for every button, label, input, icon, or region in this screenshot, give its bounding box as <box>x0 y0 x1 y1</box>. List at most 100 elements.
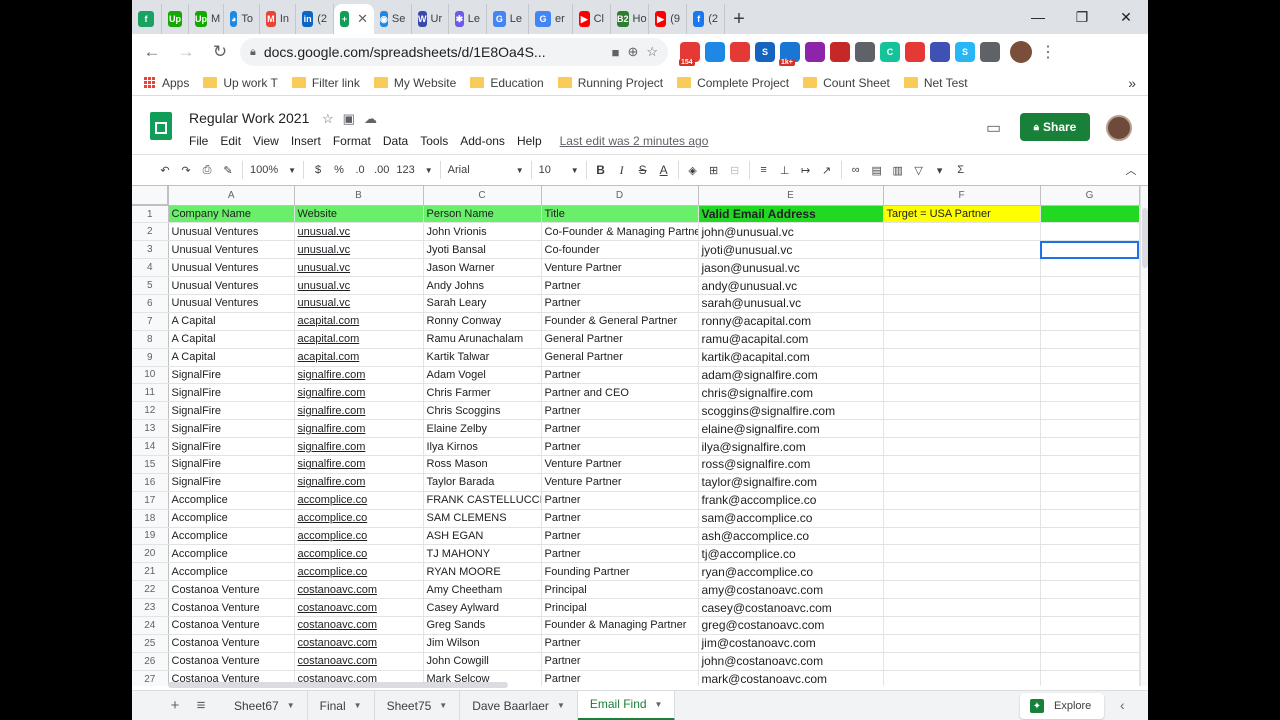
cell-company[interactable]: SignalFire <box>168 419 295 439</box>
column-header-g[interactable]: G <box>1040 186 1140 206</box>
text-wrap-icon[interactable]: ↦ <box>799 164 813 177</box>
cell-f[interactable] <box>883 312 1041 331</box>
column-header-e[interactable]: E <box>698 186 884 206</box>
cell-email[interactable]: adam@signalfire.com <box>698 366 884 385</box>
cell-website[interactable]: acapital.com <box>294 312 424 331</box>
reload-button[interactable]: ↻ <box>206 38 234 66</box>
menu-tools[interactable]: Tools <box>420 134 448 148</box>
cell-person[interactable]: Casey Aylward <box>423 598 542 617</box>
row-number[interactable]: 20 <box>132 544 169 564</box>
chevron-down-icon[interactable]: ▼ <box>354 701 362 710</box>
cell-title[interactable]: General Partner <box>541 330 699 349</box>
camera-icon[interactable]: ■ <box>612 45 620 60</box>
sheet-tab[interactable]: Sheet67 ▼ <box>222 690 308 720</box>
cell-company[interactable]: SignalFire <box>168 383 295 403</box>
row-number[interactable]: 19 <box>132 527 169 546</box>
comment-history-icon[interactable]: ▭ <box>986 118 1001 138</box>
row-number[interactable]: 10 <box>132 366 169 385</box>
cell-email[interactable]: scoggins@signalfire.com <box>698 401 884 421</box>
tab-6[interactable]: in (2 <box>296 4 334 34</box>
menu-help[interactable]: Help <box>517 134 542 148</box>
row-number[interactable]: 25 <box>132 634 169 653</box>
cell-email[interactable]: elaine@signalfire.com <box>698 419 884 439</box>
cell-website[interactable]: unusual.vc <box>294 276 424 295</box>
cell-website[interactable]: signalfire.com <box>294 437 424 456</box>
tab-3[interactable]: Up M <box>189 4 224 34</box>
ext-7-icon[interactable] <box>830 42 850 62</box>
row-number[interactable]: 4 <box>132 258 169 278</box>
cell-f[interactable] <box>883 527 1041 546</box>
cell-g[interactable] <box>1040 509 1140 528</box>
row-number[interactable]: 17 <box>132 491 169 510</box>
sheet-tab[interactable]: Email Find ▼ <box>577 690 676 720</box>
tab-12[interactable]: Ger <box>529 4 573 34</box>
ext-6-icon[interactable] <box>805 42 825 62</box>
functions-icon[interactable]: Σ <box>954 164 968 176</box>
borders-icon[interactable]: ⊞ <box>707 164 721 177</box>
ext-9-icon[interactable]: C <box>880 42 900 62</box>
row-number[interactable]: 18 <box>132 509 169 528</box>
cell-person[interactable]: ASH EGAN <box>423 527 542 546</box>
bookmark-apps[interactable]: Apps <box>144 76 189 90</box>
cell-g[interactable] <box>1040 473 1140 492</box>
row-number[interactable]: 15 <box>132 455 169 474</box>
cell-title[interactable]: Partner <box>541 527 699 546</box>
cell-f[interactable] <box>883 366 1041 385</box>
cell-g[interactable] <box>1040 527 1140 546</box>
cell-company[interactable]: Unusual Ventures <box>168 258 295 278</box>
cell-g[interactable] <box>1040 222 1140 242</box>
column-header-b[interactable]: B <box>294 186 424 206</box>
cell-website[interactable]: costanoavc.com <box>294 580 424 600</box>
spreadsheet-grid[interactable]: ABCDEFG 1 Company Name Website Person Na… <box>132 186 1140 686</box>
cell-person[interactable]: Ramu Arunachalam <box>423 330 542 349</box>
row-number[interactable]: 21 <box>132 562 169 582</box>
ext-10-icon[interactable] <box>905 42 925 62</box>
cell-company[interactable]: Accomplice <box>168 544 295 564</box>
redo-icon[interactable]: ↷ <box>179 164 193 177</box>
cell-website[interactable]: unusual.vc <box>294 240 424 260</box>
cell-website[interactable]: signalfire.com <box>294 401 424 421</box>
cell-person[interactable]: Jim Wilson <box>423 634 542 653</box>
cell-company[interactable]: A Capital <box>168 330 295 349</box>
cell-f[interactable] <box>883 491 1041 510</box>
cell-title-header[interactable]: Title <box>541 205 699 224</box>
cell-f[interactable] <box>883 222 1041 242</box>
merge-cells-icon[interactable]: ⊟ <box>728 164 742 177</box>
cell-website[interactable]: costanoavc.com <box>294 652 424 671</box>
cell-company[interactable]: Unusual Ventures <box>168 222 295 242</box>
column-header-c[interactable]: C <box>423 186 542 206</box>
cell-email[interactable]: jim@costanoavc.com <box>698 634 884 653</box>
bookmark-folder[interactable]: Count Sheet <box>803 76 890 90</box>
font-size-select[interactable]: 10 ▼ <box>539 164 579 176</box>
cell-company[interactable]: A Capital <box>168 312 295 331</box>
cell-email[interactable]: frank@accomplice.co <box>698 491 884 510</box>
cell-title[interactable]: Principal <box>541 580 699 600</box>
ext-1-icon[interactable]: 154 <box>679 42 700 66</box>
cell-person[interactable]: Jyoti Bansal <box>423 240 542 260</box>
chevron-down-icon[interactable]: ▼ <box>439 701 447 710</box>
cell-g[interactable] <box>1040 312 1140 331</box>
row-number[interactable]: 12 <box>132 401 169 421</box>
cell-title[interactable]: Partner <box>541 652 699 671</box>
print-icon[interactable]: ⎙ <box>200 164 214 177</box>
cell-title[interactable]: Partner <box>541 491 699 510</box>
cell-company[interactable]: SignalFire <box>168 437 295 456</box>
row-number[interactable]: 26 <box>132 652 169 671</box>
cell-website[interactable]: signalfire.com <box>294 455 424 474</box>
minimize-button[interactable]: — <box>1016 9 1060 25</box>
row-number[interactable]: 2 <box>132 222 169 242</box>
cell-title[interactable]: Founder & Managing Partner <box>541 616 699 635</box>
cell-f[interactable] <box>883 670 1041 686</box>
row-number[interactable]: 8 <box>132 330 169 349</box>
cell-email-header[interactable]: Valid Email Address <box>698 205 884 224</box>
cell-g[interactable] <box>1040 670 1140 686</box>
cell-f[interactable] <box>883 652 1041 671</box>
cell-person[interactable]: Adam Vogel <box>423 366 542 385</box>
cell-website[interactable]: unusual.vc <box>294 222 424 242</box>
cell-title[interactable]: Partner <box>541 634 699 653</box>
cell-person[interactable]: Chris Farmer <box>423 383 542 403</box>
row-number[interactable]: 23 <box>132 598 169 617</box>
cell-email[interactable]: mark@costanoavc.com <box>698 670 884 686</box>
cell-company[interactable]: A Capital <box>168 348 295 367</box>
tab-16[interactable]: f (2 <box>687 4 725 34</box>
